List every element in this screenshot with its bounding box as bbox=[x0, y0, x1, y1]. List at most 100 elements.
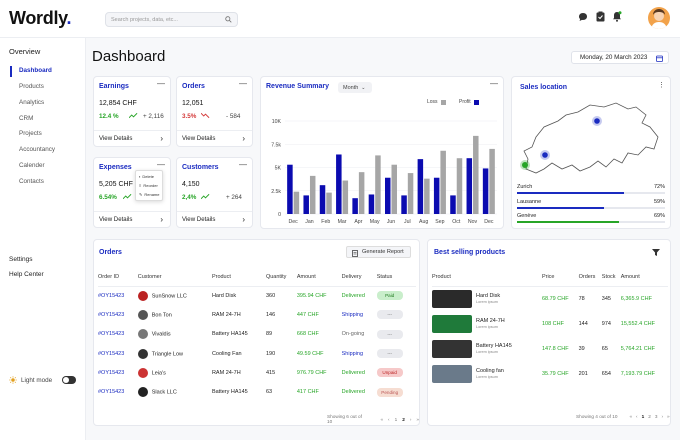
x-tick-label: Jun bbox=[387, 219, 395, 225]
order-id[interactable]: #OY15423 bbox=[98, 382, 138, 401]
customers-view-details[interactable]: View Details › bbox=[177, 211, 252, 227]
app-logo[interactable]: Wordly. bbox=[9, 8, 72, 29]
table-row[interactable]: Hard Disk Lorem ipsum 68.79 CHF 78 345 6,365.… bbox=[432, 286, 668, 311]
x-tick-label: Feb bbox=[321, 219, 330, 225]
bell-icon[interactable] bbox=[612, 11, 622, 22]
location-bar-fill bbox=[517, 192, 624, 194]
page-link[interactable]: 2 bbox=[648, 414, 651, 419]
delivery-status: On-going bbox=[341, 331, 365, 338]
avatar[interactable] bbox=[648, 7, 670, 29]
menu-item-delete[interactable]: ▪ Delete bbox=[136, 172, 162, 180]
page-link[interactable]: » bbox=[667, 414, 670, 419]
sidebar-item-products[interactable]: Products bbox=[19, 83, 44, 90]
profit-bar bbox=[336, 154, 342, 214]
status-badge: Pending bbox=[376, 387, 403, 397]
table-row[interactable]: Cooling fan Lorem ipsum 35.79 CHF 201 654 7,1… bbox=[432, 361, 668, 386]
status-badge: --- bbox=[376, 310, 403, 320]
table-row[interactable]: #OY15423 Triangle Low Cooling Fan 190 49.59 … bbox=[98, 344, 416, 363]
order-id[interactable]: #OY15423 bbox=[98, 325, 138, 344]
sidebar-item-crm[interactable]: CRM bbox=[19, 115, 33, 122]
product-name: RAM 24-7H bbox=[476, 317, 505, 324]
period-select[interactable]: Month ⌄ bbox=[338, 82, 372, 93]
column-header[interactable]: Stock bbox=[601, 268, 621, 287]
table-row[interactable]: #OY15423 Bon Ton RAM 24-7H 146 447 CHF Shippi… bbox=[98, 305, 416, 324]
sidebar-settings[interactable]: Settings bbox=[9, 256, 33, 263]
sidebar-item-calender[interactable]: Calender bbox=[19, 162, 45, 169]
loss-bar bbox=[473, 135, 479, 214]
page-link[interactable]: « bbox=[629, 414, 632, 419]
page-link[interactable]: ‹ bbox=[388, 417, 390, 422]
profit-bar bbox=[319, 185, 326, 214]
expenses-view-details[interactable]: View Details › bbox=[94, 211, 170, 227]
order-id[interactable]: #OY15423 bbox=[98, 363, 138, 382]
column-header[interactable]: Price bbox=[541, 268, 579, 287]
more-options-icon[interactable]: — bbox=[157, 79, 165, 88]
table-row[interactable]: Battery HA145 Lorem ipsum 147.8 CHF 39 65 5,7… bbox=[432, 336, 668, 361]
product-subtitle: Lorem ipsum bbox=[476, 349, 498, 354]
menu-item-reorder[interactable]: ≡ Reorder bbox=[136, 181, 162, 189]
more-options-icon[interactable]: — bbox=[157, 160, 165, 169]
menu-item-rename[interactable]: ✎ Rename bbox=[136, 190, 162, 198]
table-row[interactable]: #OY15423 Vivaldis Battery HA145 89 668 CHF On… bbox=[98, 325, 416, 344]
table-row[interactable]: RAM 24-7H Lorem ipsum 108 CHF 144 974 15,552.… bbox=[432, 311, 668, 336]
page-link[interactable]: 2 bbox=[402, 417, 405, 422]
column-header[interactable]: Delivery bbox=[341, 268, 377, 287]
page-link[interactable]: 1 bbox=[642, 414, 645, 419]
more-options-icon[interactable]: — bbox=[239, 79, 247, 88]
table-row[interactable]: #OY15423 SunSnow LLC Hard Disk 360 395.94 CH… bbox=[98, 286, 416, 305]
sales-title: Sales location bbox=[520, 84, 568, 91]
clipboard-icon[interactable] bbox=[595, 11, 605, 22]
sidebar-item-dashboard[interactable]: Dashboard bbox=[19, 67, 52, 74]
column-header[interactable]: Orders bbox=[578, 268, 602, 287]
column-header[interactable]: Amount bbox=[296, 268, 342, 287]
column-header[interactable]: Product bbox=[211, 268, 266, 287]
sidebar-item-projects[interactable]: Projects bbox=[19, 130, 42, 137]
table-row[interactable]: #OY15423 Slack LLC Battery HA145 63 417 CHF D… bbox=[98, 382, 416, 401]
sidebar-item-accountancy[interactable]: Accountancy bbox=[19, 146, 55, 153]
profit-bar bbox=[417, 159, 424, 214]
sidebar-help-center[interactable]: Help Center bbox=[9, 271, 44, 278]
customer-cell: Slack LLC bbox=[137, 382, 212, 401]
products-table: Product Price Orders Stock Amount Hard Disk L… bbox=[432, 268, 668, 386]
loss-bar bbox=[489, 148, 495, 214]
date-picker[interactable]: Monday, 20 March 2023 bbox=[571, 51, 669, 64]
page-link[interactable]: » bbox=[416, 417, 419, 422]
legend-profit-label: Profit bbox=[459, 99, 471, 105]
more-options-icon[interactable]: ⋮ bbox=[658, 81, 665, 89]
column-header[interactable]: Order ID bbox=[98, 268, 138, 287]
view-details-label: View Details bbox=[182, 135, 216, 142]
chat-icon[interactable] bbox=[578, 11, 588, 22]
light-mode-toggle[interactable] bbox=[62, 376, 76, 384]
table-header-row: Product Price Orders Stock Amount bbox=[432, 268, 668, 287]
sidebar-item-analytics[interactable]: Analytics bbox=[19, 99, 44, 106]
page-link[interactable]: › bbox=[661, 414, 663, 419]
table-row[interactable]: #OY15423 Leia's RAM 24-7H 415 976.79 CHF Deli… bbox=[98, 363, 416, 382]
column-header[interactable]: Quantity bbox=[265, 268, 297, 287]
order-id[interactable]: #OY15423 bbox=[98, 305, 138, 324]
earnings-view-details[interactable]: View Details › bbox=[94, 130, 170, 146]
page-link[interactable]: 1 bbox=[395, 417, 398, 422]
search-input[interactable]: Search projects, data, etc... bbox=[105, 12, 238, 27]
filter-icon[interactable] bbox=[652, 249, 660, 256]
sidebar-item-contacts[interactable]: Contacts bbox=[19, 178, 44, 185]
page-link[interactable]: « bbox=[380, 417, 383, 422]
column-header[interactable]: Status bbox=[376, 268, 416, 287]
column-header[interactable]: Amount bbox=[620, 268, 668, 287]
generate-report-button[interactable]: Generate Report bbox=[346, 246, 411, 258]
orders-view-details[interactable]: View Details › bbox=[177, 130, 252, 146]
orders-pct: 3.5% bbox=[182, 113, 197, 120]
product-price: 108 CHF bbox=[541, 320, 564, 327]
product-cell: Hard Disk Lorem ipsum bbox=[432, 286, 542, 311]
column-header[interactable]: Product bbox=[432, 268, 542, 287]
order-id[interactable]: #OY15423 bbox=[98, 286, 138, 305]
profit-bar bbox=[287, 164, 293, 214]
page-link[interactable]: 3 bbox=[655, 414, 658, 419]
more-options-icon[interactable]: — bbox=[239, 160, 247, 169]
customer-cell: Vivaldis bbox=[137, 325, 212, 344]
page-link[interactable]: ‹ bbox=[636, 414, 638, 419]
order-id[interactable]: #OY15423 bbox=[98, 344, 138, 363]
quantity: 89 bbox=[265, 331, 273, 338]
page-link[interactable]: › bbox=[410, 417, 412, 422]
y-tick-label: 2.5k bbox=[271, 189, 281, 195]
column-header[interactable]: Customer bbox=[137, 268, 212, 287]
